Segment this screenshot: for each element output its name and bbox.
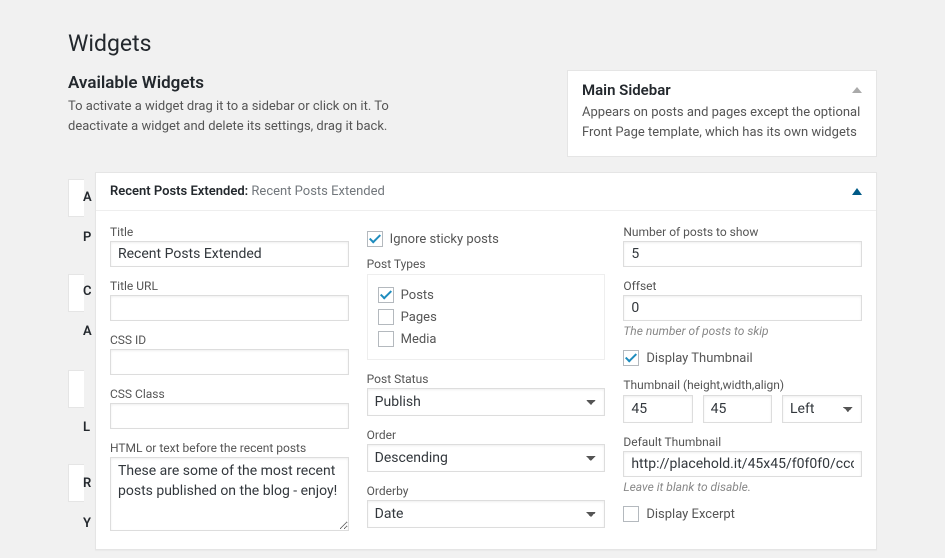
widget-title: Recent Posts Extended: [110,184,248,199]
html-before-textarea[interactable]: These are some of the most recent posts … [110,457,349,531]
bg-letter: A [83,324,92,339]
widget-header[interactable]: Recent Posts Extended: Recent Posts Exte… [96,173,876,211]
post-type-posts-label: Posts [401,288,434,303]
widget-col-2: Ignore sticky posts Post Types Posts Pag… [367,225,606,535]
title-url-label: Title URL [110,279,349,293]
widget-recent-posts-extended: Recent Posts Extended: Recent Posts Exte… [95,172,877,550]
page-title: Widgets [0,0,945,73]
collapse-icon[interactable] [852,87,862,93]
bg-widget-row [68,274,84,312]
offset-help: The number of posts to skip [623,324,862,338]
display-thumb-label: Display Thumbnail [646,351,752,366]
display-excerpt-label: Display Excerpt [646,507,735,522]
post-status-select[interactable]: Publish [367,388,606,416]
thumb-height-input[interactable] [623,395,692,423]
title-input[interactable] [110,241,349,267]
widget-col-1: Title Title URL CSS ID CSS Class HTML or… [110,225,349,535]
sidebar-title: Main Sidebar [582,81,671,99]
widget-col-3: Number of posts to show Offset The numbe… [623,225,862,535]
widget-subtitle: Recent Posts Extended [251,184,384,199]
default-thumb-input[interactable] [623,451,862,477]
post-type-posts-checkbox[interactable] [378,287,394,303]
sidebar-desc: Appears on posts and pages except the op… [582,103,862,142]
display-excerpt-checkbox[interactable] [623,506,639,522]
thumb-width-input[interactable] [703,395,772,423]
offset-input[interactable] [623,295,862,321]
css-id-label: CSS ID [110,333,349,347]
default-thumb-help: Leave it blank to disable. [623,480,862,494]
post-type-pages-checkbox[interactable] [378,309,394,325]
bg-letter: A [83,190,92,205]
offset-label: Offset [623,279,862,293]
css-id-input[interactable] [110,349,349,375]
bg-widget-row [68,179,84,217]
thumb-dims-label: Thumbnail (height,width,align) [623,378,862,392]
default-thumb-label: Default Thumbnail [623,435,862,449]
main-sidebar-panel[interactable]: Main Sidebar Appears on posts and pages … [567,70,877,157]
post-status-label: Post Status [367,372,606,386]
css-class-input[interactable] [110,403,349,429]
order-label: Order [367,428,606,442]
post-types-box: Posts Pages Media [367,274,606,360]
display-thumb-checkbox[interactable] [623,350,639,366]
thumb-align-select[interactable]: Left [782,395,862,423]
bg-widget-row [68,370,84,408]
ignore-sticky-checkbox[interactable] [367,231,383,247]
html-before-label: HTML or text before the recent posts [110,441,349,455]
post-type-media-label: Media [401,332,437,347]
ignore-sticky-label: Ignore sticky posts [390,232,499,247]
orderby-label: Orderby [367,484,606,498]
order-select[interactable]: Descending [367,444,606,472]
num-posts-label: Number of posts to show [623,225,862,239]
available-widgets-desc: To activate a widget drag it to a sideba… [0,97,420,136]
title-url-input[interactable] [110,295,349,321]
bg-letter: Y [83,516,91,531]
post-type-pages-label: Pages [401,310,437,325]
css-class-label: CSS Class [110,387,349,401]
bg-letter: R [83,476,91,491]
num-posts-input[interactable] [623,241,862,267]
post-types-label: Post Types [367,257,606,271]
orderby-select[interactable]: Date [367,500,606,528]
collapse-icon[interactable] [852,188,862,195]
bg-widget-row [68,464,84,502]
bg-letter: P [83,230,91,245]
bg-letter: L [83,420,90,435]
bg-letter: C [83,284,92,299]
title-label: Title [110,225,349,239]
post-type-media-checkbox[interactable] [378,331,394,347]
